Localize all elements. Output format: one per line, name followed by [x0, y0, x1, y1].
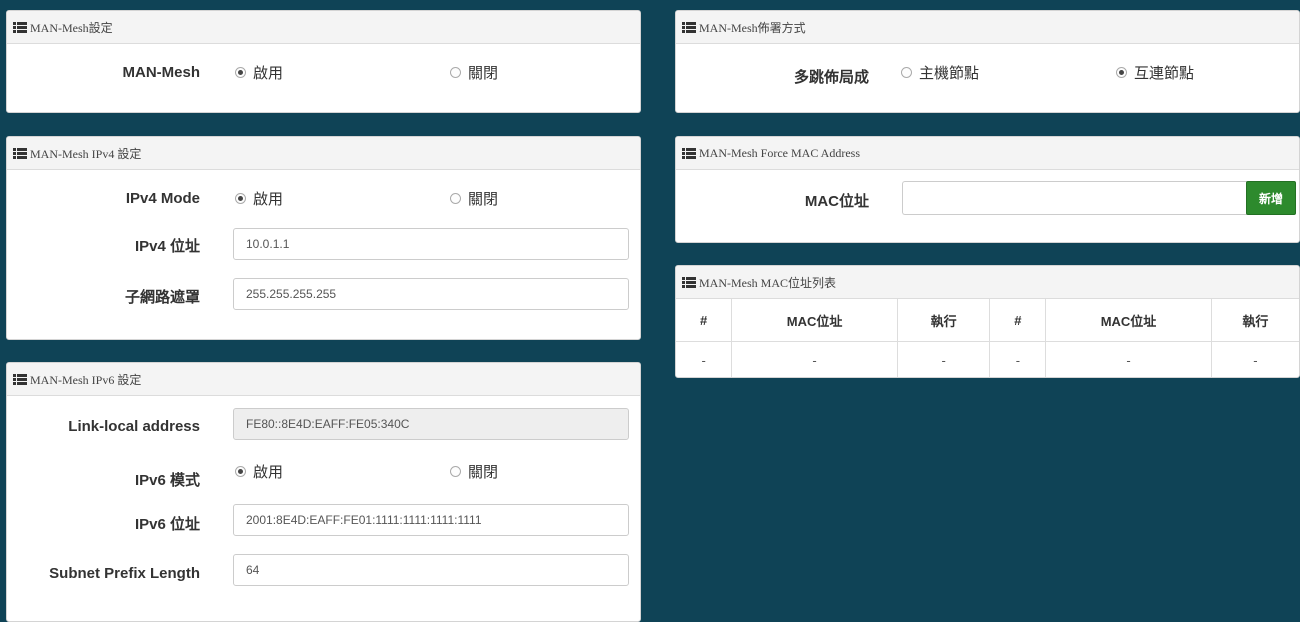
table-cell: - [731, 341, 898, 377]
panel-header: MAN-Mesh IPv4 設定 [7, 137, 640, 170]
mac-address-input[interactable] [902, 181, 1247, 215]
radio-label: 啟用 [253, 191, 284, 208]
panel-header: MAN-Mesh Force MAC Address [676, 137, 1299, 170]
column-header-index: # [676, 299, 733, 342]
deploy-mode-label: 多跳佈局成 [793, 69, 869, 86]
host-node-radio[interactable]: 主機節點 [901, 62, 979, 83]
panel-header: MAN-Mesh MAC位址列表 [676, 266, 1299, 299]
ipv6-panel: MAN-Mesh IPv6 設定 Link-local address IPv6… [6, 362, 641, 622]
mesh-settings-panel: MAN-Mesh設定 MAN-Mesh 啟用 關閉 [6, 10, 641, 113]
mesh-enable-radio[interactable]: 啟用 [235, 62, 283, 83]
radio-label: 啟用 [253, 65, 284, 82]
mac-list-panel: MAN-Mesh MAC位址列表 # MAC位址 執行 # MAC位址 執行 -… [675, 265, 1300, 378]
panel-header: MAN-Mesh設定 [7, 11, 640, 44]
deploy-mode-panel: MAN-Mesh佈署方式 多跳佈局成 主機節點 互連節點 [675, 10, 1300, 113]
radio-label: 互連節點 [1134, 65, 1195, 82]
ipv6-mode-label: IPv6 模式 [134, 472, 200, 489]
radio-checked-icon [235, 193, 246, 204]
list-icon [13, 373, 27, 385]
ipv4-address-label: IPv4 位址 [134, 238, 200, 255]
mesh-label: MAN-Mesh [122, 64, 201, 81]
column-header-action: 執行 [897, 299, 991, 342]
netmask-label: 子網路遮罩 [124, 289, 200, 306]
radio-label: 主機節點 [919, 65, 980, 82]
ipv4-panel: MAN-Mesh IPv4 設定 IPv4 Mode 啟用 關閉 IPv4 位址… [6, 136, 641, 340]
panel-title: MAN-Mesh設定 [30, 20, 113, 35]
list-icon [13, 21, 27, 33]
ipv4-disable-radio[interactable]: 關閉 [450, 188, 498, 209]
radio-checked-icon [235, 67, 246, 78]
table-cell: - [989, 341, 1047, 377]
mac-address-label: MAC位址 [804, 193, 869, 210]
radio-unchecked-icon [450, 193, 461, 204]
table-cell: - [676, 341, 733, 377]
mesh-disable-radio[interactable]: 關閉 [450, 62, 498, 83]
panel-title: MAN-Mesh MAC位址列表 [699, 275, 837, 290]
table-cell: - [897, 341, 991, 377]
prefix-length-input[interactable] [233, 554, 629, 586]
ipv6-disable-radio[interactable]: 關閉 [450, 461, 498, 482]
radio-unchecked-icon [901, 67, 912, 78]
ipv4-address-input[interactable] [233, 228, 629, 260]
radio-checked-icon [1116, 67, 1127, 78]
force-mac-panel: MAN-Mesh Force MAC Address MAC位址 新增 [675, 136, 1300, 243]
ipv6-enable-radio[interactable]: 啟用 [235, 461, 283, 482]
table-cell: - [1253, 352, 1258, 368]
radio-unchecked-icon [450, 67, 461, 78]
ipv4-mode-label: IPv4 Mode [125, 190, 200, 207]
panel-title: MAN-Mesh Force MAC Address [699, 145, 860, 160]
column-header-index: # [989, 299, 1047, 342]
link-local-input [233, 408, 629, 440]
panel-header: MAN-Mesh佈署方式 [676, 11, 1299, 44]
panel-header: MAN-Mesh IPv6 設定 [7, 363, 640, 396]
ipv6-address-label: IPv6 位址 [134, 516, 200, 533]
table-cell: - [1045, 341, 1212, 377]
radio-label: 關閉 [468, 464, 499, 481]
radio-label: 啟用 [253, 464, 284, 481]
panel-title: MAN-Mesh IPv6 設定 [30, 372, 142, 387]
list-icon [13, 147, 27, 159]
ipv4-enable-radio[interactable]: 啟用 [235, 188, 283, 209]
link-local-label: Link-local address [68, 418, 200, 435]
panel-title: MAN-Mesh IPv4 設定 [30, 146, 142, 161]
column-header-mac: MAC位址 [1045, 299, 1212, 342]
column-header-mac: MAC位址 [731, 299, 898, 342]
add-mac-button[interactable]: 新增 [1246, 181, 1296, 215]
list-icon [682, 21, 696, 33]
list-icon [682, 276, 696, 288]
mesh-node-radio[interactable]: 互連節點 [1116, 62, 1194, 83]
prefix-length-label: Subnet Prefix Length [49, 565, 200, 582]
radio-unchecked-icon [450, 466, 461, 477]
radio-label: 關閉 [468, 65, 499, 82]
radio-label: 關閉 [468, 191, 499, 208]
table-row: - - - - - - [676, 341, 1299, 377]
column-header-action: 執行 [1211, 299, 1299, 342]
mac-list-table: # MAC位址 執行 # MAC位址 執行 - - - - - - [676, 299, 1299, 377]
table-header-row: # MAC位址 執行 # MAC位址 執行 [676, 299, 1299, 342]
panel-title: MAN-Mesh佈署方式 [699, 20, 806, 35]
list-icon [682, 147, 696, 159]
ipv6-address-input[interactable] [233, 504, 629, 536]
netmask-input[interactable] [233, 278, 629, 310]
radio-checked-icon [235, 466, 246, 477]
